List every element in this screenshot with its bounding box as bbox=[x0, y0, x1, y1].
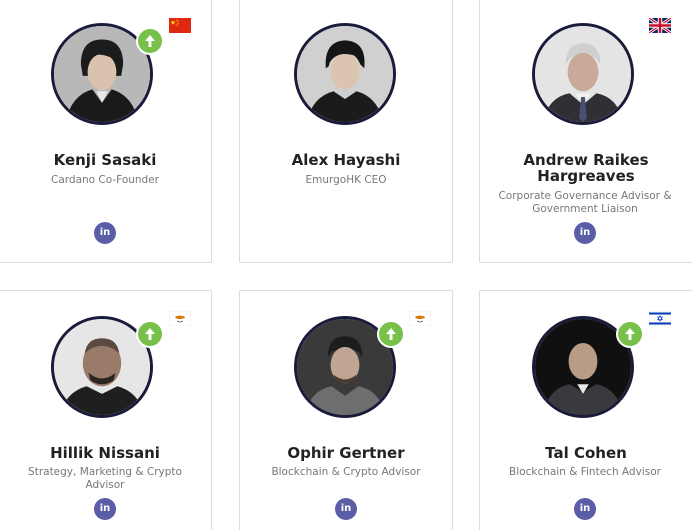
linkedin-icon-button[interactable]: in bbox=[335, 498, 357, 520]
member-role: Blockchain & Fintech Advisor bbox=[509, 466, 661, 478]
member-name: Hillik Nissani bbox=[50, 444, 160, 462]
cyprus-flag-icon bbox=[409, 311, 431, 326]
linkedin-icon-button[interactable]: in bbox=[574, 222, 596, 244]
member-role: Blockchain & Crypto Advisor bbox=[271, 466, 421, 478]
team-grid: Kenji Sasaki Cardano Co-Founder in Alex … bbox=[0, 0, 692, 530]
cyprus-flag-icon bbox=[169, 311, 191, 326]
member-name: Kenji Sasaki bbox=[53, 151, 157, 169]
avatar bbox=[294, 23, 396, 125]
member-role: Strategy, Marketing & Crypto Advisor bbox=[28, 466, 182, 491]
upvote-icon bbox=[136, 320, 164, 348]
upvote-icon bbox=[616, 320, 644, 348]
member-role: Corporate Governance Advisor & Governmen… bbox=[498, 190, 672, 215]
member-name: Alex Hayashi bbox=[291, 151, 401, 169]
upvote-icon bbox=[136, 27, 164, 55]
israel-flag-icon bbox=[649, 311, 671, 326]
member-role: EmurgoHK CEO bbox=[305, 174, 387, 186]
linkedin-icon-button[interactable]: in bbox=[94, 222, 116, 244]
member-name: Tal Cohen bbox=[545, 444, 627, 462]
linkedin-icon-button[interactable]: in bbox=[574, 498, 596, 520]
uk-flag-icon bbox=[649, 18, 671, 33]
member-name: Ophir Gertner bbox=[287, 444, 405, 462]
member-role: Cardano Co-Founder bbox=[51, 174, 159, 186]
china-flag-icon bbox=[169, 18, 191, 33]
linkedin-icon-button[interactable]: in bbox=[94, 498, 116, 520]
member-name: Andrew Raikes Hargreaves bbox=[523, 151, 649, 185]
upvote-icon bbox=[377, 320, 405, 348]
avatar bbox=[532, 23, 634, 125]
